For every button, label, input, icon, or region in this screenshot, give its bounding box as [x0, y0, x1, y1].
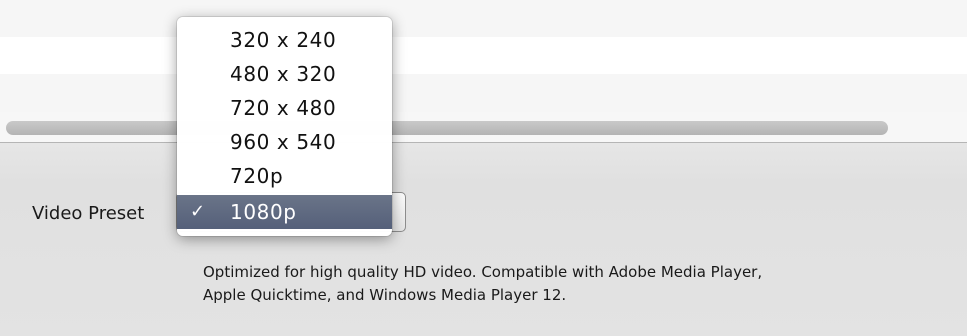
- settings-panel: [0, 143, 967, 336]
- menu-item-720x480[interactable]: 720 x 480: [177, 91, 392, 125]
- menu-item-1080p[interactable]: ✓ 1080p: [177, 195, 392, 229]
- menu-item-320x240[interactable]: 320 x 240: [177, 23, 392, 57]
- description-line: Apple Quicktime, and Windows Media Playe…: [203, 286, 567, 304]
- file-list[interactable]: [0, 0, 967, 112]
- check-icon: ✓: [190, 201, 206, 222]
- video-preset-label: Video Preset: [32, 203, 145, 224]
- video-preset-dropdown-menu: 320 x 240 480 x 320 720 x 480 960 x 540 …: [177, 17, 392, 236]
- menu-item-label: 1080p: [230, 200, 297, 224]
- menu-item-960x540[interactable]: 960 x 540: [177, 125, 392, 159]
- list-row[interactable]: [0, 0, 967, 37]
- horizontal-scrollbar-thumb[interactable]: [6, 121, 888, 135]
- description-line: Optimized for high quality HD video. Com…: [203, 263, 763, 281]
- menu-item-720p[interactable]: 720p: [177, 159, 392, 193]
- preset-description: Optimized for high quality HD video. Com…: [203, 261, 963, 307]
- menu-item-480x320[interactable]: 480 x 320: [177, 57, 392, 91]
- list-row[interactable]: [0, 74, 967, 112]
- list-row[interactable]: [0, 37, 967, 74]
